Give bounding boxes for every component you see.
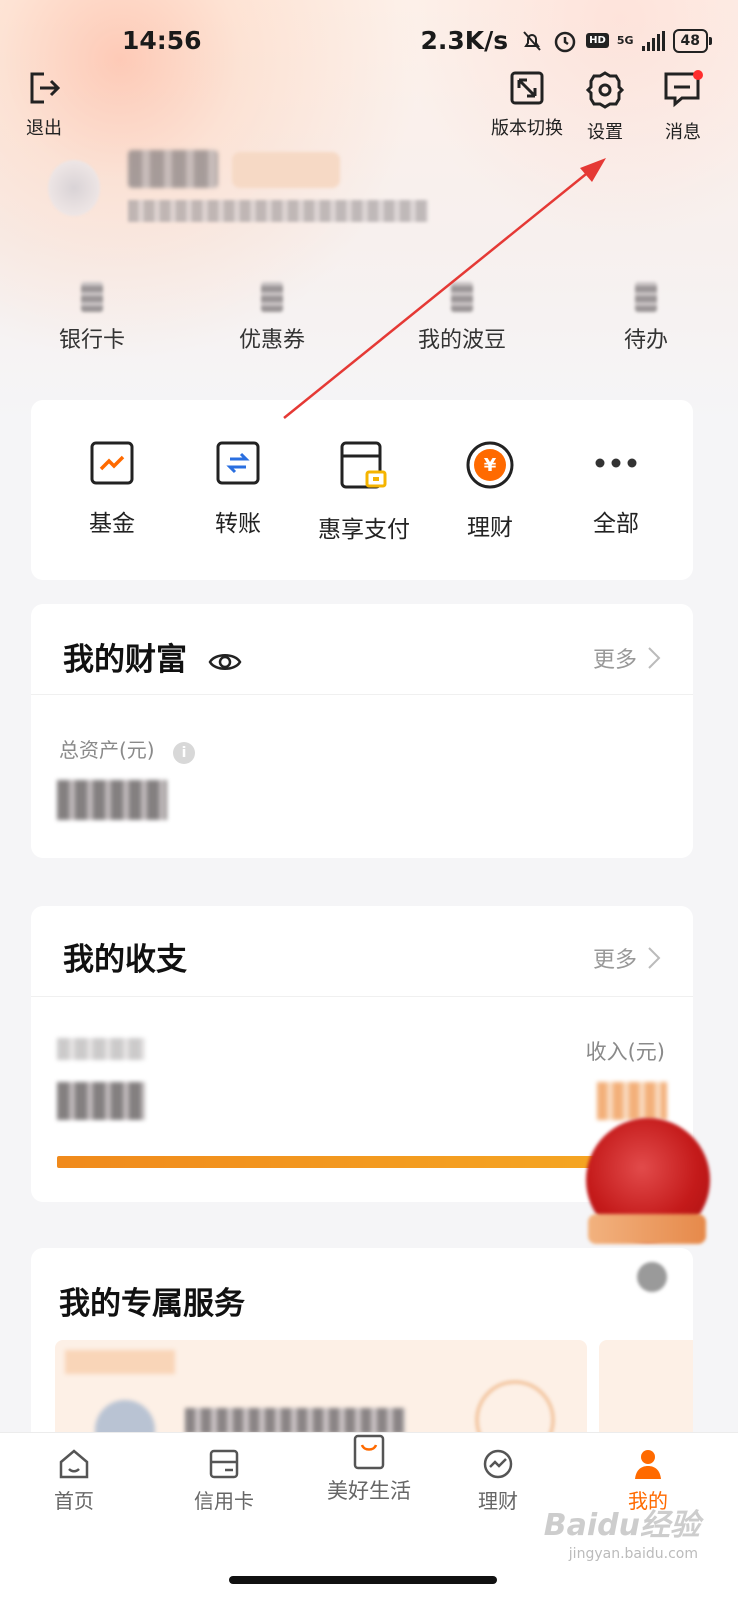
quick-action-payment[interactable]: 惠享支付 — [299, 440, 429, 544]
settings-dot-redacted[interactable] — [637, 1262, 667, 1292]
version-switch-icon — [510, 71, 544, 105]
quick-action-label: 转账 — [215, 511, 261, 537]
home-icon — [59, 1449, 89, 1479]
home-indicator[interactable] — [229, 1576, 497, 1584]
version-switch-button[interactable]: 版本切换 — [486, 70, 568, 140]
tab-label: 理财 — [478, 1489, 518, 1513]
divider — [31, 694, 693, 695]
net-speed: 2.3K/s — [420, 26, 509, 55]
status-time: 14:56 — [122, 26, 202, 55]
more-label: 更多 — [592, 648, 637, 673]
chevron-right-icon — [648, 647, 661, 669]
income-expense-bar — [57, 1156, 617, 1168]
mute-bell-icon — [523, 30, 541, 51]
profile-icon — [635, 1450, 661, 1479]
watermark-url: jingyan.baidu.com — [568, 1546, 698, 1562]
network-type: 5G — [616, 34, 634, 47]
exclusive-service-card: 我的专属服务 — [31, 1248, 693, 1460]
eye-icon[interactable] — [208, 649, 242, 675]
logout-button[interactable]: 退出 — [18, 70, 70, 140]
wealth-card: 我的财富 更多 总资产(元) i — [31, 604, 693, 858]
tab-home[interactable]: 首页 — [14, 1447, 134, 1514]
income-expense-title: 我的收支 — [63, 942, 187, 978]
messages-button[interactable]: 消息 — [658, 70, 708, 144]
income-label: 收入(元) — [585, 1040, 665, 1064]
status-bar-right: 2.3K/s HD 5G 48 — [420, 26, 713, 55]
svg-text:¥: ¥ — [484, 455, 497, 476]
gear-icon — [585, 71, 625, 109]
wealth-more-link[interactable]: 更多 — [593, 642, 661, 674]
month-label-redacted — [57, 1038, 145, 1060]
divider — [31, 996, 693, 997]
tab-good-life[interactable]: 美好生活 — [304, 1433, 434, 1505]
tab-finance[interactable]: 理财 — [438, 1447, 558, 1514]
total-assets-label: 总资产(元) i — [59, 734, 195, 764]
annotation-arrow — [283, 158, 606, 419]
avatar[interactable] — [48, 160, 100, 216]
quick-action-all[interactable]: 全部 — [551, 440, 681, 538]
info-icon[interactable]: i — [172, 742, 195, 764]
quick-action-label: 全部 — [593, 511, 639, 537]
wealth-title: 我的财富 — [63, 634, 242, 679]
stat-value-redacted — [635, 282, 657, 312]
quick-action-label: 理财 — [467, 515, 513, 541]
tab-label: 首页 — [54, 1489, 94, 1513]
stat-bank-cards[interactable]: 银行卡 — [22, 282, 162, 354]
tab-label: 信用卡 — [194, 1489, 254, 1513]
watermark-brand: Baidu经验 — [543, 1508, 700, 1543]
fund-chart-icon — [90, 441, 134, 485]
user-name-redacted — [128, 150, 218, 188]
expense-value-redacted — [57, 1082, 145, 1120]
quick-action-transfer[interactable]: 转账 — [173, 440, 303, 538]
alarm-icon — [554, 31, 576, 52]
floating-promo-label-redacted — [588, 1214, 706, 1244]
chevron-right-icon — [648, 947, 661, 969]
total-assets-value-redacted — [57, 780, 167, 820]
shopping-bag-icon — [353, 1434, 385, 1470]
messages-label: 消息 — [665, 122, 701, 143]
quick-action-wealth[interactable]: ¥ 理财 — [425, 440, 555, 542]
finance-icon — [483, 1449, 513, 1479]
quick-action-label: 惠享支付 — [318, 517, 410, 543]
income-expense-more-link[interactable]: 更多 — [593, 942, 661, 974]
stat-label: 银行卡 — [58, 328, 125, 353]
credit-card-icon — [209, 1449, 239, 1479]
more-label: 更多 — [592, 948, 637, 973]
logout-label: 退出 — [26, 118, 62, 139]
wealth-title-text: 我的财富 — [63, 642, 187, 678]
logout-icon — [30, 72, 61, 104]
stat-value-redacted — [81, 282, 103, 312]
battery-indicator: 48 — [672, 28, 713, 53]
exclusive-title: 我的专属服务 — [59, 1286, 245, 1322]
service-tag-redacted — [65, 1350, 175, 1374]
service-text-redacted — [185, 1408, 405, 1434]
version-switch-label: 版本切换 — [491, 118, 563, 139]
hd-badge: HD — [586, 33, 609, 48]
tab-credit-card[interactable]: 信用卡 — [164, 1447, 284, 1514]
message-icon — [664, 70, 703, 108]
settings-label: 设置 — [587, 122, 623, 143]
signal-icon — [641, 30, 665, 51]
income-value-redacted — [597, 1082, 667, 1120]
yuan-coin-icon: ¥ — [466, 441, 514, 489]
total-assets-label-text: 总资产(元) — [59, 738, 155, 762]
tab-label: 美好生活 — [327, 1479, 411, 1503]
payment-card-icon — [340, 441, 387, 489]
transfer-icon — [216, 441, 260, 485]
quick-action-fund[interactable]: 基金 — [47, 440, 177, 538]
more-dots-icon — [595, 458, 637, 468]
quick-action-label: 基金 — [89, 511, 135, 537]
settings-button[interactable]: 设置 — [580, 70, 630, 144]
